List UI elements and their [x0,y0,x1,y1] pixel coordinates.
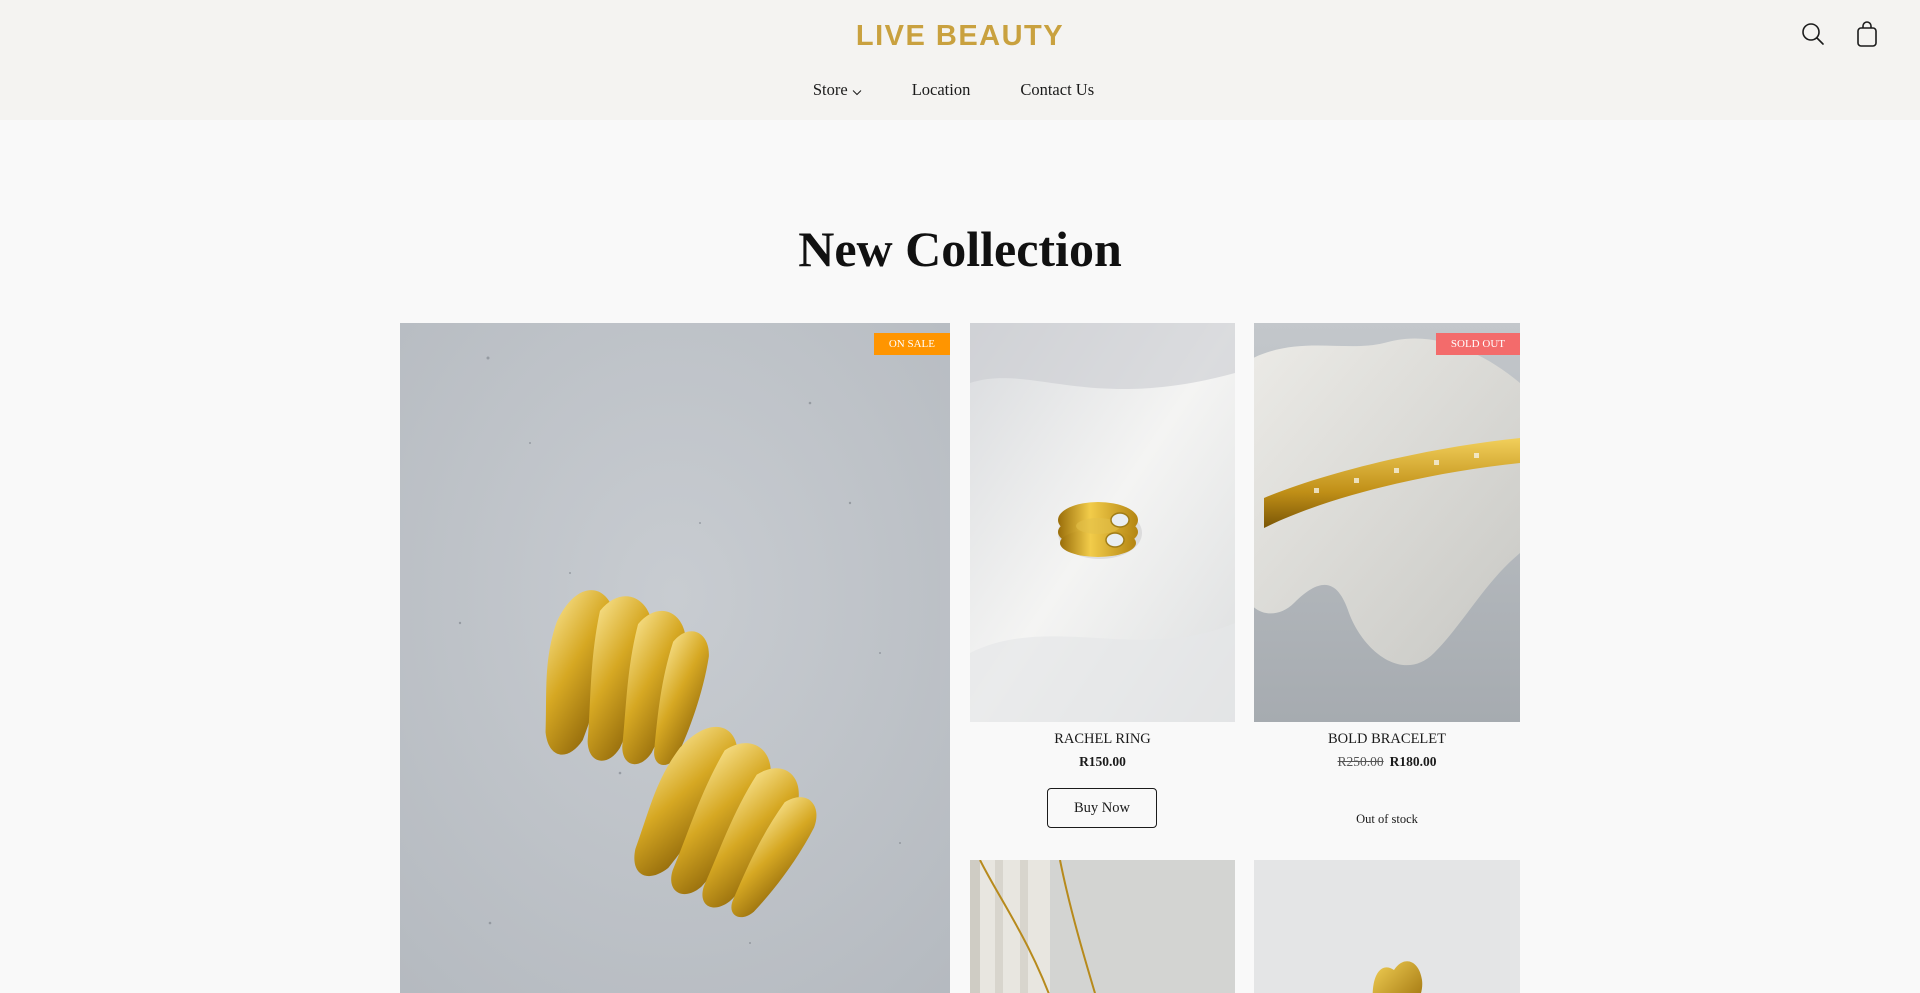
sold-out-badge: SOLD OUT [1435,333,1520,355]
site-header: LIVE BEAUTY Store Location Contact Us [0,0,1920,120]
on-sale-badge: ON SALE [873,333,950,355]
product-image-rachel-ring[interactable] [970,323,1235,722]
product-name[interactable]: RACHEL RING [970,731,1235,748]
product-price: R150.00 [1079,754,1126,769]
chevron-down-icon [852,81,862,101]
product-image-necklace[interactable] [970,860,1235,993]
page-title: New Collection [798,221,1122,277]
sale-price: R180.00 [1389,754,1437,769]
nav-item-contact-us[interactable]: Contact Us [1020,79,1094,101]
product-image-bold-bracelet[interactable]: SOLD OUT [1254,323,1520,722]
main-nav: Store Location Contact Us [0,79,1920,101]
nav-item-location[interactable]: Location [912,79,971,101]
stock-status: Out of stock [1356,812,1418,826]
product-name[interactable]: BOLD BRACELET [1254,731,1520,748]
original-price: R250.00 [1337,754,1384,769]
shopping-bag-icon[interactable] [1853,20,1881,48]
product-price: R250.00 R180.00 [1254,754,1520,770]
site-logo[interactable]: LIVE BEAUTY [0,20,1920,53]
search-icon[interactable] [1799,20,1827,48]
product-image-featured-earrings[interactable]: ON SALE [400,323,950,993]
buy-now-button[interactable]: Buy Now [1047,788,1157,828]
product-image-earrings[interactable] [1254,860,1520,993]
nav-item-label: Store [812,80,848,99]
nav-item-store[interactable]: Store [813,79,862,101]
